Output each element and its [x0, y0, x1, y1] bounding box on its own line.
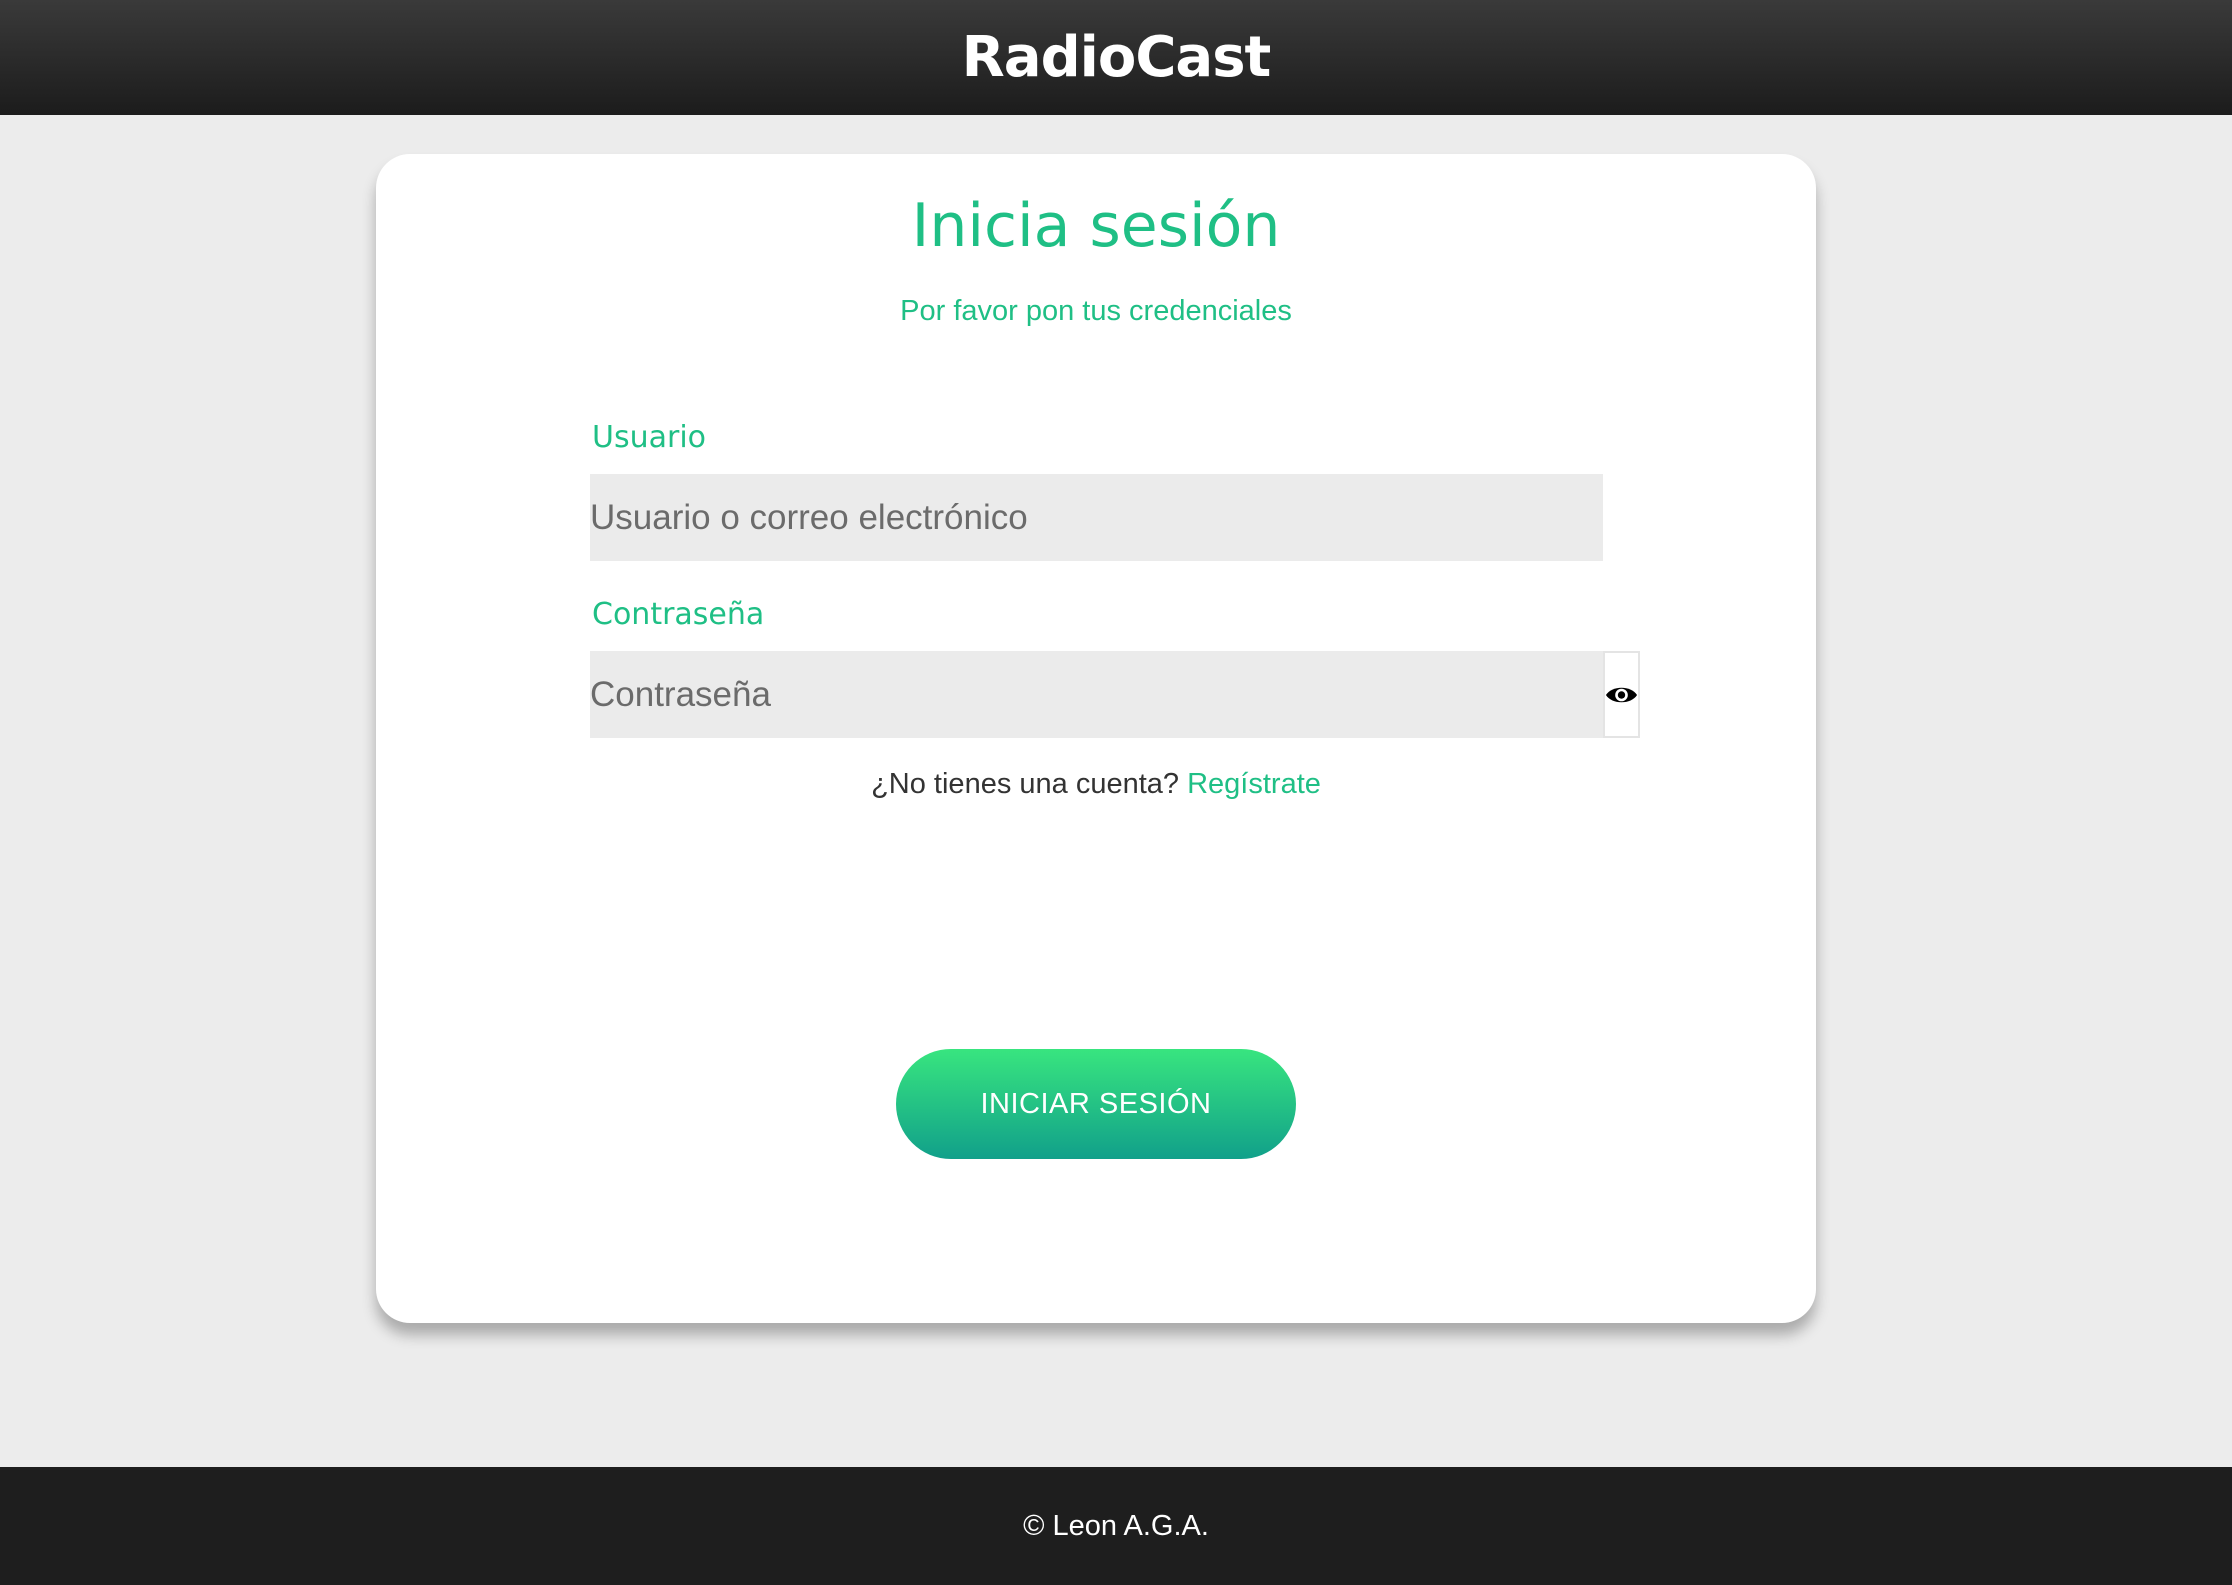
login-card: Inicia sesión Por favor pon tus credenci… — [376, 154, 1816, 1323]
username-input[interactable] — [590, 474, 1603, 561]
show-password-button[interactable] — [1603, 651, 1640, 738]
register-prompt-line: ¿No tienes una cuenta? Regístrate — [376, 768, 1816, 801]
copyright-text: © Leon A.G.A. — [1023, 1509, 1209, 1542]
password-label: Contraseña — [592, 597, 765, 632]
login-subtitle: Por favor pon tus credenciales — [900, 295, 1292, 327]
password-input[interactable] — [590, 651, 1603, 738]
login-button[interactable]: INICIAR SESIÓN — [896, 1049, 1296, 1159]
login-title: Inicia sesión — [911, 191, 1281, 261]
username-label: Usuario — [592, 420, 707, 455]
register-link[interactable]: Regístrate — [1187, 768, 1321, 800]
footer: © Leon A.G.A. — [0, 1467, 2232, 1585]
app-title: RadioCast — [961, 25, 1272, 90]
register-prompt: ¿No tienes una cuenta? — [871, 768, 1180, 800]
eye-icon — [1605, 687, 1638, 702]
top-bar: RadioCast — [0, 0, 2232, 115]
